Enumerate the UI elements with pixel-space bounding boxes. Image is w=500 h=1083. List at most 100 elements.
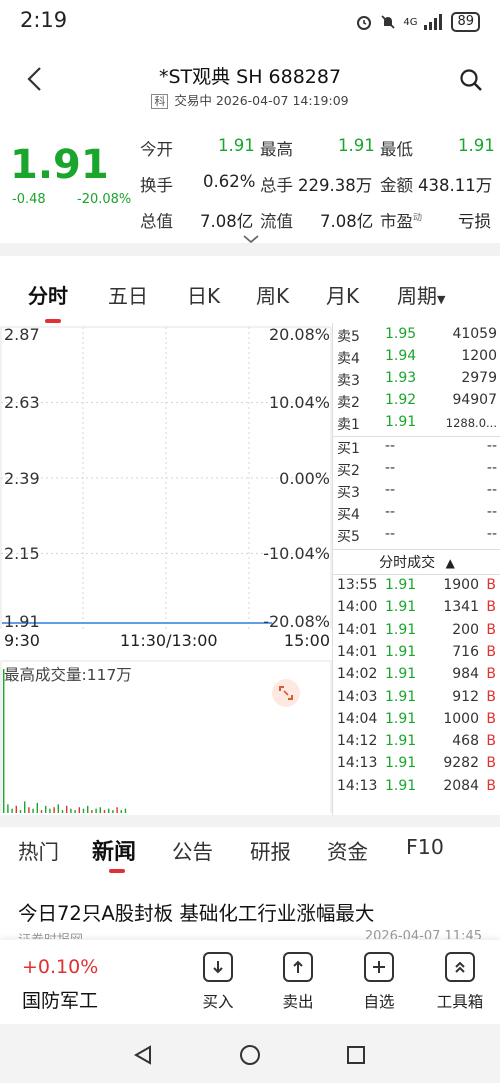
bid-level: 买3 (337, 485, 360, 501)
plus-box-icon (364, 952, 394, 982)
ask-volume: 41059 (452, 326, 497, 342)
trade-time: 14:12 (337, 733, 378, 750)
trade-price: 1.91 (385, 733, 417, 750)
bid-row[interactable]: 买5 -- -- (333, 526, 500, 548)
quote-value-open: 1.91 (218, 136, 255, 155)
volume-bar (99, 807, 101, 813)
ask-level: 卖2 (337, 395, 360, 411)
ask-price: 1.93 (385, 370, 417, 386)
current-price: 1.91 (10, 142, 109, 188)
price-change-pct: -20.08% (77, 192, 132, 207)
toolbox-button[interactable]: 工具箱 (430, 952, 490, 1012)
tick-trade-row: 14:04 1.91 1000 B (333, 711, 500, 733)
stock-title: *ST观典 SH 688287 (158, 66, 342, 88)
ask-level: 卖3 (337, 373, 360, 389)
trade-status: 科交易中 2026-04-07 14:19:09 (0, 90, 500, 109)
ask-level: 卖5 (337, 329, 360, 345)
ask-price: 1.92 (385, 392, 417, 408)
nav-home-icon[interactable] (239, 1044, 261, 1066)
tab-intraday[interactable]: 分时 (28, 280, 68, 309)
toolbox-label: 工具箱 (436, 993, 484, 1011)
watchlist-button[interactable]: 自选 (349, 952, 409, 1012)
buy-button[interactable]: 买入 (188, 952, 248, 1012)
trade-volume: 468 (452, 733, 479, 750)
bid-row[interactable]: 买2 -- -- (333, 460, 500, 482)
tab-five-day[interactable]: 五日 (108, 280, 148, 309)
dynamic-pe-sup: 动 (413, 213, 423, 224)
y-tick-right: 10.04% (268, 393, 330, 412)
news-headline[interactable]: 今日72只A股封板 基础化工行业涨幅最大 (18, 897, 374, 926)
trade-volume: 9282 (443, 755, 479, 772)
bid-volume: -- (486, 526, 497, 542)
news-item[interactable]: 今日72只A股封板 基础化工行业涨幅最大 证券时报网 2026-04-07 11… (0, 877, 500, 939)
sell-button[interactable]: 卖出 (268, 952, 328, 1012)
tab-hot[interactable]: 热门 (18, 835, 59, 865)
tab-daily-k[interactable]: 日K (187, 280, 220, 309)
volume-bar (24, 801, 26, 813)
tab-announcements[interactable]: 公告 (172, 835, 213, 865)
nav-back-icon[interactable] (132, 1044, 154, 1066)
volume-bar (70, 808, 72, 813)
tab-f10[interactable]: F10 (406, 835, 444, 859)
intraday-chart[interactable]: 2.87 2.63 2.39 2.15 1.91 20.08% 10.04% 0… (0, 323, 332, 815)
nav-recents-icon[interactable] (346, 1045, 366, 1065)
trade-time: 14:01 (337, 621, 378, 638)
ask-volume: 2979 (461, 370, 497, 386)
quote-value-volume: 229.38万 (298, 176, 373, 195)
trade-price: 1.91 (385, 688, 417, 705)
ask-row[interactable]: 卖5 1.95 41059 (333, 326, 500, 348)
tab-research[interactable]: 研报 (250, 835, 291, 865)
volume-bar (82, 808, 85, 813)
status-bar: 2:19 4G 89 (0, 0, 500, 45)
ask-row[interactable]: 卖4 1.94 1200 (333, 348, 500, 370)
bid-row[interactable]: 买4 -- -- (333, 504, 500, 526)
volume-bar (108, 808, 110, 813)
ask-row[interactable]: 卖2 1.92 94907 (333, 392, 500, 414)
trade-side: B (486, 599, 496, 616)
quote-label: 总值 (140, 212, 173, 231)
quote-value-market-cap: 7.08亿 (200, 212, 254, 231)
bid-price: -- (385, 482, 396, 498)
volume-bar (11, 808, 13, 813)
tick-trade-row: 13:55 1.91 1900 B (333, 577, 500, 599)
fullscreen-icon (279, 686, 293, 700)
tick-trade-row: 14:01 1.91 716 B (333, 644, 500, 666)
volume-bar (36, 802, 38, 813)
tab-news[interactable]: 新闻 (92, 834, 136, 866)
tab-weekly-k[interactable]: 周K (256, 280, 289, 309)
y-tick-left: 2.39 (4, 469, 40, 488)
news-tabs: 热门 新闻 公告 研报 资金 F10 (0, 827, 500, 877)
bid-row[interactable]: 买1 -- -- (333, 438, 500, 460)
tab-funds[interactable]: 资金 (327, 835, 368, 865)
search-icon[interactable] (458, 67, 484, 93)
trade-side: B (486, 643, 496, 660)
trade-time: 14:00 (337, 599, 378, 616)
fullscreen-button[interactable] (272, 679, 300, 707)
volume-bar (57, 804, 59, 813)
ask-row[interactable]: 卖3 1.93 2979 (333, 370, 500, 392)
arrow-down-box-icon (203, 952, 233, 982)
trade-time: 14:04 (337, 710, 378, 727)
bid-row[interactable]: 买3 -- -- (333, 482, 500, 504)
quote-label: 今开 (140, 140, 173, 159)
trade-price: 1.91 (385, 577, 417, 593)
bid-level: 买2 (337, 463, 360, 479)
section-divider (0, 815, 500, 827)
sector-change[interactable]: +0.10% (22, 956, 98, 978)
tab-monthly-k[interactable]: 月K (326, 280, 359, 309)
volume-bar (103, 810, 106, 813)
tab-period[interactable]: 周期▼ (397, 280, 445, 309)
y-tick-left: 2.87 (4, 325, 40, 344)
volume-bar (49, 808, 51, 813)
caret-up-icon: ▲ (445, 556, 455, 570)
ask-row[interactable]: 卖1 1.91 1288.0... (333, 414, 500, 436)
sector-name[interactable]: 国防军工 (22, 986, 98, 1013)
trade-time: 14:03 (337, 688, 378, 705)
trade-side: B (486, 621, 496, 638)
trade-side: B (486, 688, 496, 705)
bid-price: -- (385, 460, 396, 476)
tick-trades-header[interactable]: 分时成交 ▲ (333, 552, 500, 572)
volume-bar (78, 807, 80, 813)
tab-active-indicator (109, 869, 125, 873)
ask-price: 1.94 (385, 348, 417, 364)
